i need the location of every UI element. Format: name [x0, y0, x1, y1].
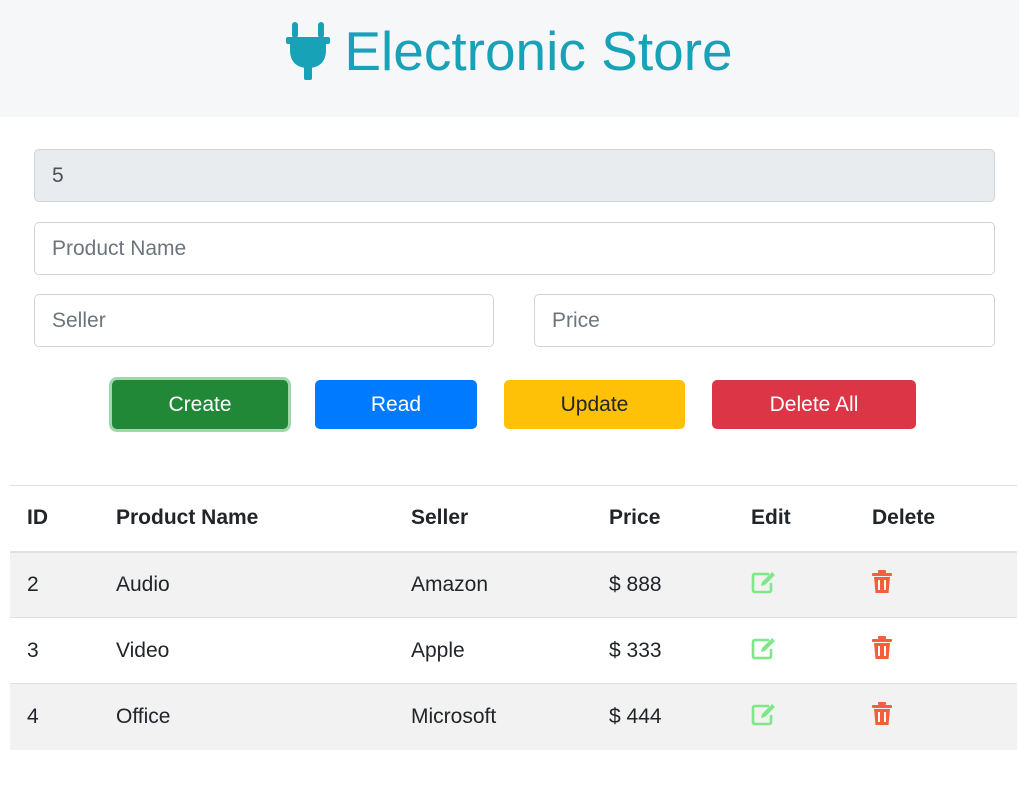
column-header-seller: Seller	[394, 485, 592, 553]
product-id-field[interactable]	[34, 149, 995, 202]
cell-edit	[734, 683, 855, 750]
product-name-input[interactable]	[34, 222, 995, 275]
column-header-delete: Delete	[855, 485, 1017, 553]
trash-icon[interactable]	[872, 569, 892, 600]
table-row: 4 Office Microsoft $ 444	[10, 683, 1017, 750]
cell-id: 4	[10, 683, 99, 750]
cell-delete	[855, 683, 1017, 750]
column-header-product-name: Product Name	[99, 485, 394, 553]
page-title: Electronic Store	[344, 20, 733, 82]
cell-seller: Amazon	[394, 551, 592, 618]
table-header-row: ID Product Name Seller Price Edit Delete	[10, 485, 1017, 553]
price-input[interactable]	[534, 294, 995, 347]
cell-seller: Apple	[394, 617, 592, 684]
trash-icon[interactable]	[872, 701, 892, 732]
seller-input[interactable]	[34, 294, 494, 347]
cell-id: 3	[10, 617, 99, 684]
cell-edit	[734, 551, 855, 618]
update-button[interactable]: Update	[504, 380, 685, 429]
table-row: 3 Video Apple $ 333	[10, 617, 1017, 684]
cell-product-name: Video	[99, 617, 394, 684]
column-header-price: Price	[592, 485, 734, 553]
edit-icon[interactable]	[751, 636, 777, 666]
cell-price: $ 444	[592, 683, 734, 750]
edit-icon[interactable]	[751, 570, 777, 600]
cell-delete	[855, 617, 1017, 684]
cell-edit	[734, 617, 855, 684]
table-row: 2 Audio Amazon $ 888	[10, 551, 1017, 618]
read-button[interactable]: Read	[315, 380, 477, 429]
cell-seller: Microsoft	[394, 683, 592, 750]
products-table: ID Product Name Seller Price Edit Delete…	[10, 485, 1017, 750]
delete-all-button[interactable]: Delete All	[712, 380, 916, 429]
brand: Electronic Store	[0, 18, 1019, 84]
plug-icon	[286, 22, 331, 80]
cell-product-name: Audio	[99, 551, 394, 618]
create-button[interactable]: Create	[112, 380, 288, 429]
cell-price: $ 888	[592, 551, 734, 618]
column-header-edit: Edit	[734, 485, 855, 553]
cell-delete	[855, 551, 1017, 618]
trash-icon[interactable]	[872, 635, 892, 666]
column-header-id: ID	[10, 485, 99, 553]
cell-product-name: Office	[99, 683, 394, 750]
page-header: Electronic Store	[0, 0, 1019, 117]
edit-icon[interactable]	[751, 702, 777, 732]
cell-id: 2	[10, 551, 99, 618]
cell-price: $ 333	[592, 617, 734, 684]
